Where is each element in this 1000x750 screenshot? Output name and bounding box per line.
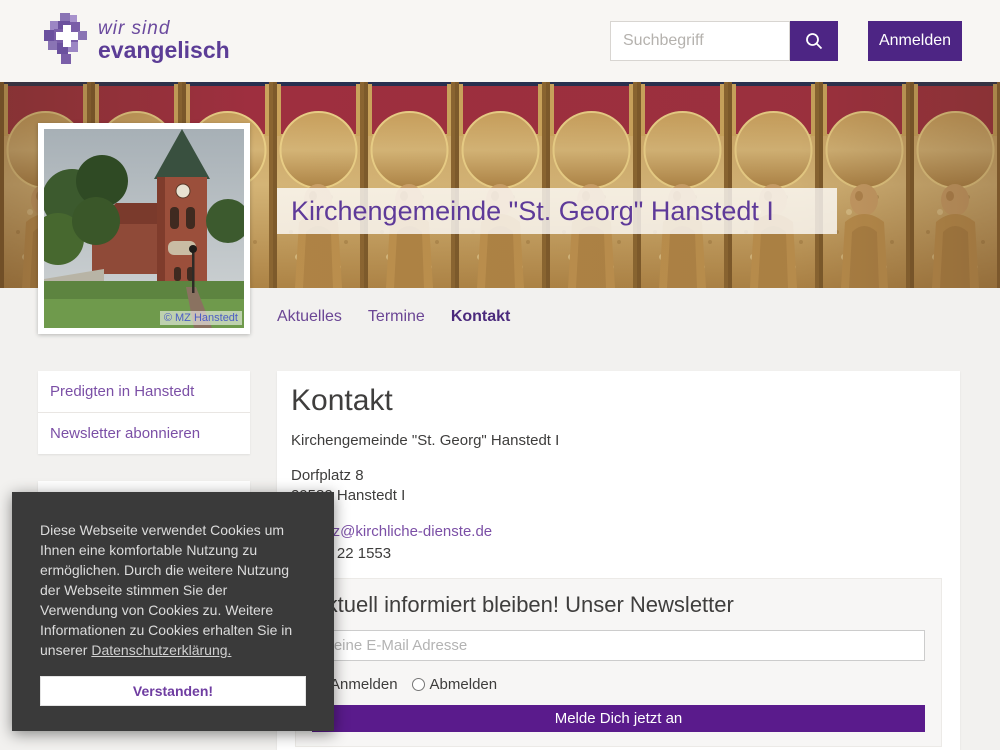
logo-wordmark: evangelisch (98, 38, 230, 62)
search-icon (804, 31, 824, 51)
nav-item-kontakt[interactable]: Kontakt (451, 308, 511, 326)
church-photo-card: © MZ Hanstedt (38, 123, 250, 334)
photo-credit: © MZ Hanstedt (160, 311, 242, 325)
org-name: Kirchengemeinde "St. Georg" Hanstedt I (291, 433, 946, 449)
cookie-text: Diese Webseite verwendet Cookies um Ihne… (40, 522, 292, 658)
newsletter-heading: Aktuell informiert bleiben! Unser Newsle… (312, 593, 925, 617)
page: wir sind evangelisch Anmelden (0, 0, 1000, 750)
search-button[interactable] (790, 21, 838, 61)
logo-tagline: wir sind (98, 20, 230, 38)
nav-item-termine[interactable]: Termine (368, 308, 425, 326)
nav-item-aktuelles[interactable]: Aktuelles (277, 308, 342, 326)
radio-abmelden-input[interactable] (412, 678, 425, 691)
newsletter-panel: Aktuell informiert bleiben! Unser Newsle… (295, 578, 942, 747)
search-bar (610, 21, 838, 61)
section-nav: Aktuelles Termine Kontakt (277, 288, 510, 345)
radio-abmelden[interactable]: Abmelden (412, 676, 498, 693)
church-photo (44, 129, 244, 328)
login-button[interactable]: Anmelden (868, 21, 962, 61)
search-input[interactable] (610, 21, 790, 61)
pixel-cross-icon (44, 13, 90, 67)
site-header: wir sind evangelisch Anmelden (0, 0, 1000, 82)
cookie-accept-button[interactable]: Verstanden! (40, 676, 306, 706)
address: Dorfplatz 8 29582 Hanstedt I (291, 466, 946, 506)
address-street: Dorfplatz 8 (291, 467, 364, 484)
site-logo[interactable]: wir sind evangelisch (44, 13, 230, 67)
privacy-policy-link[interactable]: Datenschutzerklärung. (91, 642, 231, 658)
main-content: Kontakt Kirchengemeinde "St. Georg" Hans… (277, 371, 960, 750)
content-heading: Kontakt (291, 385, 946, 417)
sidebar-item-newsletter[interactable]: Newsletter abonnieren (38, 413, 250, 454)
newsletter-email-input[interactable] (312, 630, 925, 661)
newsletter-submit-button[interactable]: Melde Dich jetzt an (312, 705, 925, 732)
page-title: Kirchengemeinde "St. Georg" Hanstedt I (277, 188, 837, 234)
cookie-banner: Diese Webseite verwendet Cookies um Ihne… (12, 492, 334, 731)
sidebar-item-predigten[interactable]: Predigten in Hanstedt (38, 371, 250, 413)
phone-number: 05822 22 1553 (291, 546, 946, 562)
newsletter-options: Anmelden Abmelden (312, 676, 925, 693)
